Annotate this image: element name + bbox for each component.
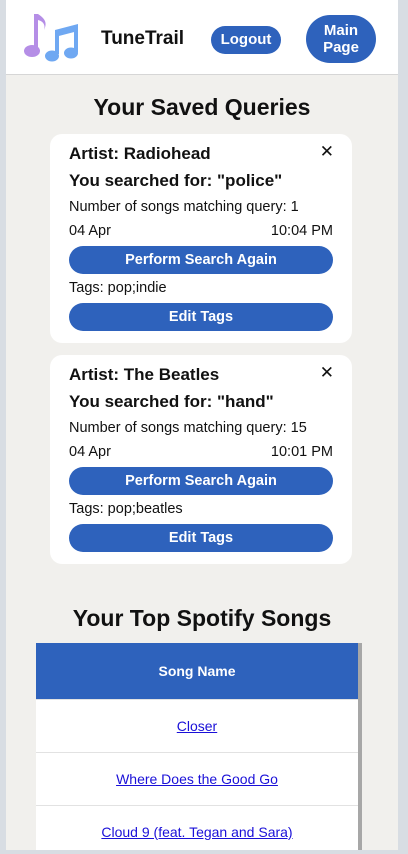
song-link[interactable]: Where Does the Good Go xyxy=(116,771,278,787)
saved-query-card: Artist: The Beatles ✕ You searched for: … xyxy=(50,355,352,564)
saved-query-card: Artist: Radiohead ✕ You searched for: "p… xyxy=(50,134,352,343)
query-date: 04 Apr xyxy=(69,444,111,460)
query-time: 10:04 PM xyxy=(270,223,333,239)
close-icon[interactable]: ✕ xyxy=(320,142,334,162)
song-name-column-header: Song Name xyxy=(36,643,358,699)
app-viewport: TuneTrail Logout Main Page Your Saved Qu… xyxy=(6,0,398,850)
query-tags: Tags: pop;beatles xyxy=(69,501,183,517)
table-row: Closer xyxy=(36,699,358,752)
table-row: Cloud 9 (feat. Tegan and Sara) xyxy=(36,805,358,850)
top-songs-title: Your Top Spotify Songs xyxy=(72,605,332,631)
query-date: 04 Apr xyxy=(69,223,111,239)
close-icon[interactable]: ✕ xyxy=(320,363,334,383)
query-tags: Tags: pop;indie xyxy=(69,280,167,296)
main-page-button[interactable]: Main Page xyxy=(306,15,376,63)
logout-button[interactable]: Logout xyxy=(211,26,281,54)
query-match-count: Number of songs matching query: 15 xyxy=(69,420,307,436)
top-navigation-bar: TuneTrail Logout Main Page xyxy=(6,0,398,75)
query-search-term: You searched for: "police" xyxy=(69,171,283,190)
edit-tags-button[interactable]: Edit Tags xyxy=(69,303,333,331)
song-link[interactable]: Closer xyxy=(177,718,217,734)
app-name: TuneTrail xyxy=(101,28,185,49)
query-artist: Artist: Radiohead xyxy=(69,144,211,163)
music-notes-icon xyxy=(24,14,78,62)
top-songs-table: Song Name Closer Where Does the Good Go … xyxy=(36,643,362,850)
query-artist: Artist: The Beatles xyxy=(69,365,220,384)
perform-search-again-button[interactable]: Perform Search Again xyxy=(69,467,333,495)
query-time: 10:01 PM xyxy=(270,444,333,460)
song-link[interactable]: Cloud 9 (feat. Tegan and Sara) xyxy=(101,824,292,840)
edit-tags-button[interactable]: Edit Tags xyxy=(69,524,333,552)
query-match-count: Number of songs matching query: 1 xyxy=(69,199,299,215)
query-search-term: You searched for: "hand" xyxy=(69,392,274,411)
saved-queries-title: Your Saved Queries xyxy=(93,94,311,120)
perform-search-again-button[interactable]: Perform Search Again xyxy=(69,246,333,274)
table-row: Where Does the Good Go xyxy=(36,752,358,805)
